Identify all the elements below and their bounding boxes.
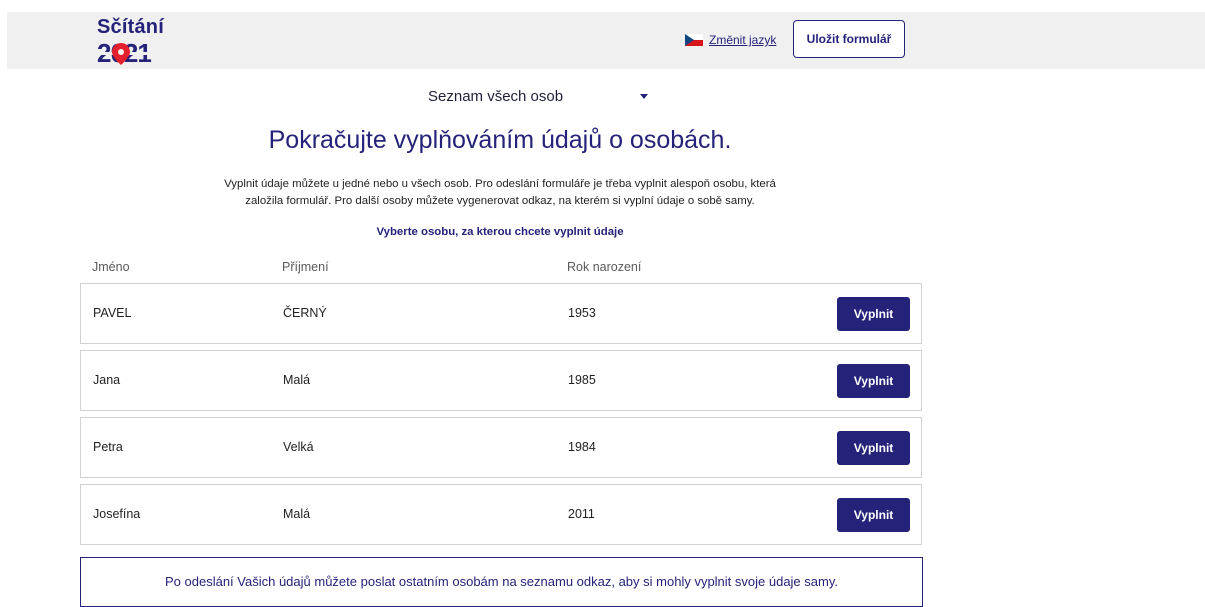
czech-flag-icon <box>685 34 703 46</box>
table-row: Jana Malá 1985 Vyplnit <box>80 350 922 411</box>
table-row: Petra Velká 1984 Vyplnit <box>80 417 922 478</box>
person-birth-year: 1953 <box>568 306 596 320</box>
persons-table-header: Jméno Příjmení Rok narození <box>80 258 922 278</box>
intro-line-2: založila formulář. Pro další osoby můžet… <box>245 195 755 207</box>
scitani-logo[interactable]: Sčítání 2021 <box>97 16 177 67</box>
caret-down-icon <box>640 94 648 99</box>
page-title: Pokračujte vyplňováním údajů o osobách. <box>268 126 732 154</box>
person-surname: ČERNÝ <box>283 306 327 320</box>
intro-text: Vyplnit údaje můžete u jedné nebo u všec… <box>180 176 820 210</box>
fill-button[interactable]: Vyplnit <box>837 431 910 465</box>
person-list-dropdown[interactable]: Seznam všech osob <box>428 84 653 108</box>
save-form-button[interactable]: Uložit formulář <box>793 20 905 58</box>
table-row: PAVEL ČERNÝ 1953 Vyplnit <box>80 283 922 344</box>
person-surname: Malá <box>283 507 311 521</box>
change-language-link[interactable]: Změnit jazyk <box>685 31 776 49</box>
person-list-dropdown-label: Seznam všech osob <box>428 87 564 105</box>
column-header-birth-year: Rok narození <box>567 260 642 274</box>
share-link-info-box: Po odeslání Vašich údajů můžete poslat o… <box>80 557 923 607</box>
person-surname: Velká <box>283 440 314 454</box>
fill-button[interactable]: Vyplnit <box>837 297 910 331</box>
change-language-label: Změnit jazyk <box>709 33 777 47</box>
share-link-info-text: Po odeslání Vašich údajů můžete poslat o… <box>165 574 838 589</box>
person-first-name: Petra <box>93 440 123 454</box>
fill-button[interactable]: Vyplnit <box>837 364 910 398</box>
top-header: Sčítání 2021 Změnit jazyk Uložit formulá… <box>7 12 1205 69</box>
person-birth-year: 1985 <box>568 373 596 387</box>
logo-word: Sčítání <box>97 16 164 38</box>
person-birth-year: 1984 <box>568 440 596 454</box>
person-birth-year: 2011 <box>568 507 595 521</box>
column-header-surname: Příjmení <box>282 260 329 274</box>
table-row: Josefína Malá 2011 Vyplnit <box>80 484 922 545</box>
person-first-name: Jana <box>93 373 121 387</box>
column-header-name: Jméno <box>92 260 130 274</box>
person-first-name: PAVEL <box>93 306 132 320</box>
logo-year-graphic: 2021 <box>97 39 169 67</box>
person-first-name: Josefína <box>93 507 141 521</box>
intro-line-1: Vyplnit údaje můžete u jedné nebo u všec… <box>224 178 776 190</box>
fill-button[interactable]: Vyplnit <box>837 498 910 532</box>
person-surname: Malá <box>283 373 311 387</box>
select-person-prompt: Vyberte osobu, za kterou chcete vyplnit … <box>376 226 624 238</box>
